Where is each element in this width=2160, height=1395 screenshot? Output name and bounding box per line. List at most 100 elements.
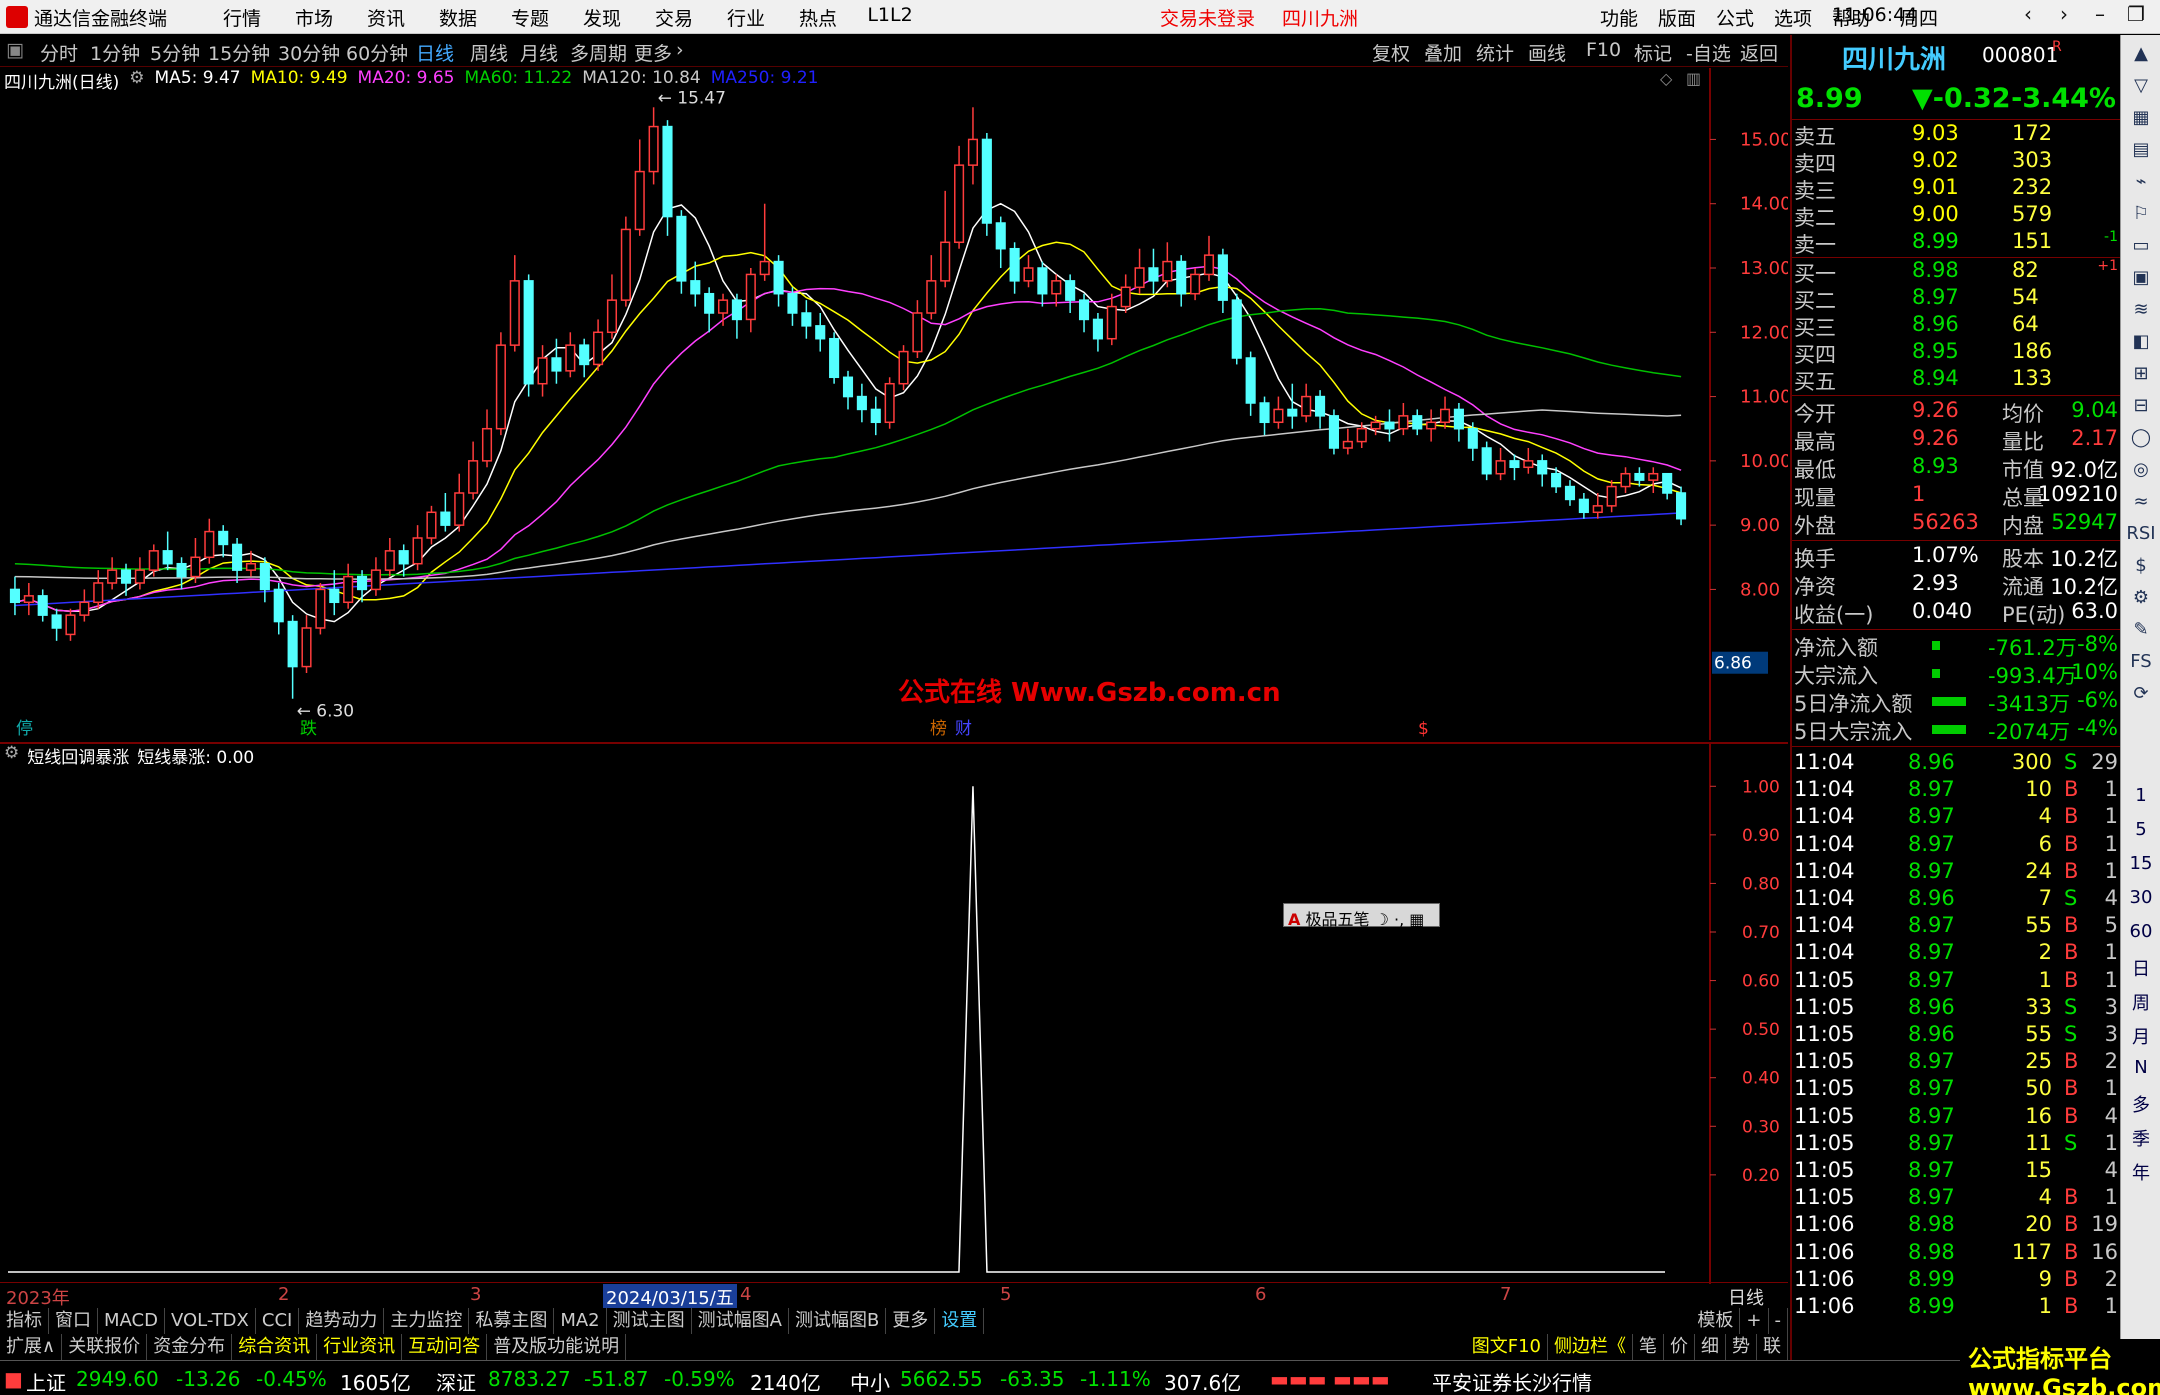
layout-toggle-icon[interactable]: ▣ <box>6 39 24 61</box>
side-tool-icon[interactable]: ≋ <box>2121 299 2160 320</box>
more-chevron-icon[interactable]: › <box>676 39 684 61</box>
menu-item[interactable]: 选项 <box>1764 4 1822 31</box>
indicator-tab[interactable]: 测试幅图B <box>789 1308 887 1334</box>
side-tool-icon[interactable]: ▲ <box>2121 43 2160 64</box>
side-period-button[interactable]: 1 <box>2121 785 2160 806</box>
period-tab[interactable]: 分时 <box>40 39 78 66</box>
toolbar-button[interactable]: 叠加 <box>1424 39 1462 66</box>
indicator-tab[interactable]: 更多 <box>886 1308 936 1334</box>
side-period-button[interactable]: N <box>2121 1057 2160 1078</box>
indicator-chart[interactable]: 1.00 0.90 0.80 0.70 0.60 0.50 0.40 0.30 0.20 <box>0 742 1788 1290</box>
menu-item[interactable]: 行业 <box>710 4 782 31</box>
menu-item[interactable]: L1L2 <box>854 4 926 31</box>
side-tool-icon[interactable]: $ <box>2121 555 2160 576</box>
toolbar-button[interactable]: F10 <box>1586 39 1621 61</box>
main-kline-chart[interactable]: 15.00 14.00 13.00 12.00 11.00 10.00 9.00 8.00 6.… <box>0 68 1788 740</box>
indicator-settings-icon[interactable]: ⚙ <box>4 743 19 768</box>
restore-icon[interactable]: ❐ <box>2118 2 2154 26</box>
side-period-button[interactable]: 季 <box>2121 1125 2160 1151</box>
side-tool-icon[interactable]: ⟳ <box>2121 683 2160 704</box>
toolbar-button[interactable]: 返回 <box>1740 39 1778 66</box>
minimize-icon[interactable]: – <box>2082 2 2118 26</box>
menu-item[interactable]: 热点 <box>782 4 854 31</box>
side-tool-icon[interactable]: ⊟ <box>2121 395 2160 416</box>
side-tool-icon[interactable]: ⚐ <box>2121 203 2160 224</box>
side-tool-icon[interactable]: ▽ <box>2121 75 2160 96</box>
menu-item[interactable]: 行情 <box>206 4 278 31</box>
toolbar-button[interactable]: 标记 <box>1634 39 1672 66</box>
side-tool-icon[interactable]: RSI <box>2121 523 2160 544</box>
side-period-button[interactable]: 60 <box>2121 921 2160 942</box>
period-tab[interactable]: 更多 <box>634 39 672 66</box>
menu-item[interactable]: 版面 <box>1648 4 1706 31</box>
side-period-button[interactable]: 月 <box>2121 1023 2160 1049</box>
forward-arrow-icon[interactable]: › <box>2046 2 2082 26</box>
toolbar-button[interactable]: 统计 <box>1476 39 1514 66</box>
side-period-button[interactable]: 周 <box>2121 989 2160 1015</box>
indicator-tab[interactable]: MACD <box>98 1308 165 1334</box>
menu-item[interactable]: 市场 <box>278 4 350 31</box>
menu-item[interactable]: 数据 <box>422 4 494 31</box>
side-tool-icon[interactable]: ⊞ <box>2121 363 2160 384</box>
kline-svg[interactable]: 15.00 14.00 13.00 12.00 11.00 10.00 9.00 8.00 6.… <box>0 68 1788 740</box>
menu-item[interactable]: 公式 <box>1706 4 1764 31</box>
indicator-tab[interactable]: 主力监控 <box>384 1308 470 1334</box>
indicator-tab[interactable]: 测试幅图A <box>692 1308 789 1334</box>
period-tab[interactable]: 15分钟 <box>208 39 270 66</box>
panel-tab[interactable]: 笔 <box>1633 1334 1664 1360</box>
indicator-tab[interactable]: 窗口 <box>49 1308 98 1334</box>
template-button[interactable]: 模板 <box>1691 1308 1741 1334</box>
period-tab[interactable]: 日线 <box>416 39 454 66</box>
side-tool-icon[interactable]: FS <box>2121 651 2160 672</box>
side-period-button[interactable]: 15 <box>2121 853 2160 874</box>
template-button[interactable]: - <box>1769 1308 1788 1334</box>
side-period-button[interactable]: 多 <box>2121 1091 2160 1117</box>
ime-moon-icon[interactable]: ☽ ·, ▦ <box>1375 910 1425 929</box>
login-notice[interactable]: 交易未登录 <box>1160 4 1255 31</box>
side-tool-icon[interactable]: ⌁ <box>2121 171 2160 192</box>
toolbar-button[interactable]: -自选 <box>1686 39 1731 66</box>
indicator-tab[interactable]: 趋势动力 <box>299 1308 385 1334</box>
period-tab[interactable]: 月线 <box>520 39 558 66</box>
info-tab[interactable]: 资金分布 <box>147 1334 233 1360</box>
info-tab[interactable]: 综合资讯 <box>232 1334 318 1360</box>
side-tool-icon[interactable]: ◧ <box>2121 331 2160 352</box>
side-tool-icon[interactable]: ▦ <box>2121 107 2160 128</box>
side-tool-icon[interactable]: ▭ <box>2121 235 2160 256</box>
menu-item[interactable]: 功能 <box>1590 4 1648 31</box>
side-period-button[interactable]: 年 <box>2121 1159 2160 1185</box>
period-tab[interactable]: 1分钟 <box>90 39 140 66</box>
side-period-button[interactable]: 日 <box>2121 955 2160 981</box>
indicator-tab[interactable]: 指标 <box>0 1308 49 1334</box>
menu-item[interactable]: 发现 <box>566 4 638 31</box>
panel-tab[interactable]: 侧边栏《 <box>1548 1334 1633 1360</box>
side-period-button[interactable]: 5 <box>2121 819 2160 840</box>
panel-tab[interactable]: 价 <box>1664 1334 1695 1360</box>
ime-toolbar[interactable]: A 极品五笔 ☽ ·, ▦ <box>1283 903 1440 929</box>
toolbar-button[interactable]: 画线 <box>1528 39 1566 66</box>
info-tab[interactable]: 互动问答 <box>402 1334 488 1360</box>
indicator-tab[interactable]: 设置 <box>935 1308 985 1334</box>
side-tool-icon[interactable]: ✎ <box>2121 619 2160 640</box>
info-tab[interactable]: 普及版功能说明 <box>487 1334 627 1360</box>
period-tab[interactable]: 多周期 <box>570 39 627 66</box>
close-icon[interactable]: ✕ <box>2154 2 2160 26</box>
period-tab[interactable]: 5分钟 <box>150 39 200 66</box>
info-tab[interactable]: 行业资讯 <box>317 1334 403 1360</box>
info-tab[interactable]: 扩展∧ <box>0 1334 63 1360</box>
indicator-tab[interactable]: 私募主图 <box>469 1308 555 1334</box>
side-period-button[interactable]: 30 <box>2121 887 2160 908</box>
back-arrow-icon[interactable]: ‹ <box>2010 2 2046 26</box>
menu-item[interactable]: 交易 <box>638 4 710 31</box>
info-tab[interactable]: 关联报价 <box>62 1334 148 1360</box>
period-tab[interactable]: 60分钟 <box>346 39 408 66</box>
side-tool-icon[interactable]: ◯ <box>2121 427 2160 448</box>
indicator-tab[interactable]: VOL-TDX <box>165 1308 256 1334</box>
period-tab[interactable]: 30分钟 <box>278 39 340 66</box>
panel-tab[interactable]: 势 <box>1726 1334 1757 1360</box>
side-tool-icon[interactable]: ▤ <box>2121 139 2160 160</box>
menu-item[interactable]: 资讯 <box>350 4 422 31</box>
side-tool-icon[interactable]: ≈ <box>2121 491 2160 512</box>
panel-tab[interactable]: 细 <box>1695 1334 1726 1360</box>
indicator-tab[interactable]: MA2 <box>554 1308 607 1334</box>
